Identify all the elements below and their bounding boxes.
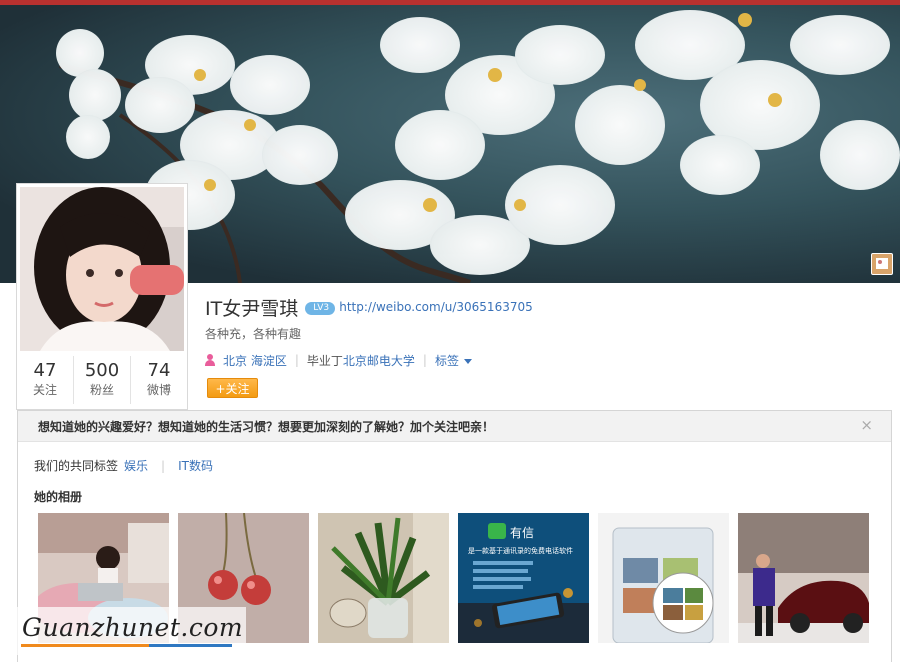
stat-label: 粉丝 — [89, 383, 114, 397]
album-photo[interactable] — [738, 513, 869, 643]
watermark-underline-blue — [149, 644, 232, 647]
stat-label: 关注 — [32, 383, 57, 397]
level-badge-label: LV3 — [313, 302, 330, 313]
album-photo[interactable] — [318, 513, 449, 643]
album-photo[interactable] — [598, 513, 729, 643]
female-icon — [205, 354, 215, 366]
photo-plant — [318, 513, 449, 643]
watermark: Guanzhunet.com — [14, 607, 246, 655]
album-title: 她的相册 — [34, 490, 83, 504]
cover-template-button[interactable] — [871, 253, 893, 275]
album-photo[interactable]: 有信 是一款基于通讯录的免费电话软件 — [458, 513, 589, 643]
stat-posts[interactable]: 74 微博 — [131, 356, 187, 404]
tag-link-entertainment[interactable]: 娱乐 — [124, 457, 148, 474]
panel-title: 想知道她的兴趣爱好？想知道她的生活习惯？想要更加深刻的了解她？加个关注吧亲！ — [38, 420, 495, 434]
ad-brand: 有信 — [510, 526, 534, 540]
school-prefix: 毕业丁 — [306, 353, 343, 368]
tag-link-it[interactable]: IT数码 — [178, 457, 213, 474]
stat-following[interactable]: 47 关注 — [17, 356, 74, 404]
photo-youxin-ad: 有信 是一款基于通讯录的免费电话软件 — [458, 513, 589, 643]
profile-name: IT女尹雪琪 — [205, 297, 299, 320]
profile-stats: 47 关注 500 粉丝 74 微博 — [17, 356, 187, 404]
school-link[interactable]: 北京邮电大学 — [343, 352, 415, 369]
common-tags: 我们的共同标签 娱乐 | IT数码 — [34, 457, 213, 474]
stat-value: 74 — [147, 360, 171, 381]
common-tags-label: 我们的共同标签 — [34, 459, 119, 473]
profile-bio: 各种充，各种有趣 — [205, 327, 302, 341]
close-icon[interactable]: × — [860, 416, 873, 434]
divider: | — [294, 353, 299, 367]
ad-headline: 是一款基于通讯录的免费电话软件 — [468, 546, 573, 555]
watermark-underline-orange — [21, 644, 149, 647]
stat-label: 微博 — [146, 383, 171, 397]
profile-card: 47 关注 500 粉丝 74 微博 — [16, 183, 188, 410]
photo-phone-screens — [598, 513, 729, 643]
profile-info: 北京 海淀区 | 毕业丁 北京邮电大学 | 标签 — [205, 350, 472, 370]
watermark-text: Guanzhunet.com — [22, 613, 244, 642]
profile-header: IT女尹雪琪 LV3 http://weibo.com/u/3065163705 — [205, 294, 533, 320]
chevron-down-icon — [463, 358, 472, 364]
avatar[interactable] — [20, 187, 184, 351]
photo-man-car — [738, 513, 869, 643]
profile-url-link[interactable]: http://weibo.com/u/3065163705 — [339, 300, 533, 314]
divider: | — [161, 458, 166, 473]
picture-icon — [876, 258, 888, 269]
tags-label: 标签 — [434, 353, 459, 368]
follow-button[interactable]: +关注 — [207, 378, 258, 398]
divider: | — [422, 353, 427, 367]
stat-value: 47 — [33, 360, 57, 381]
tags-dropdown[interactable]: 标签 — [435, 352, 472, 369]
stat-followers[interactable]: 500 粉丝 — [74, 356, 131, 404]
level-badge-icon[interactable]: LV3 — [305, 301, 336, 315]
panel-header: 想知道她的兴趣爱好？想知道她的生活习惯？想要更加深刻的了解她？加个关注吧亲！ × — [18, 411, 891, 442]
location-link[interactable]: 北京 海淀区 — [223, 352, 287, 369]
avatar-photo — [20, 187, 184, 351]
stat-value: 500 — [84, 360, 120, 381]
